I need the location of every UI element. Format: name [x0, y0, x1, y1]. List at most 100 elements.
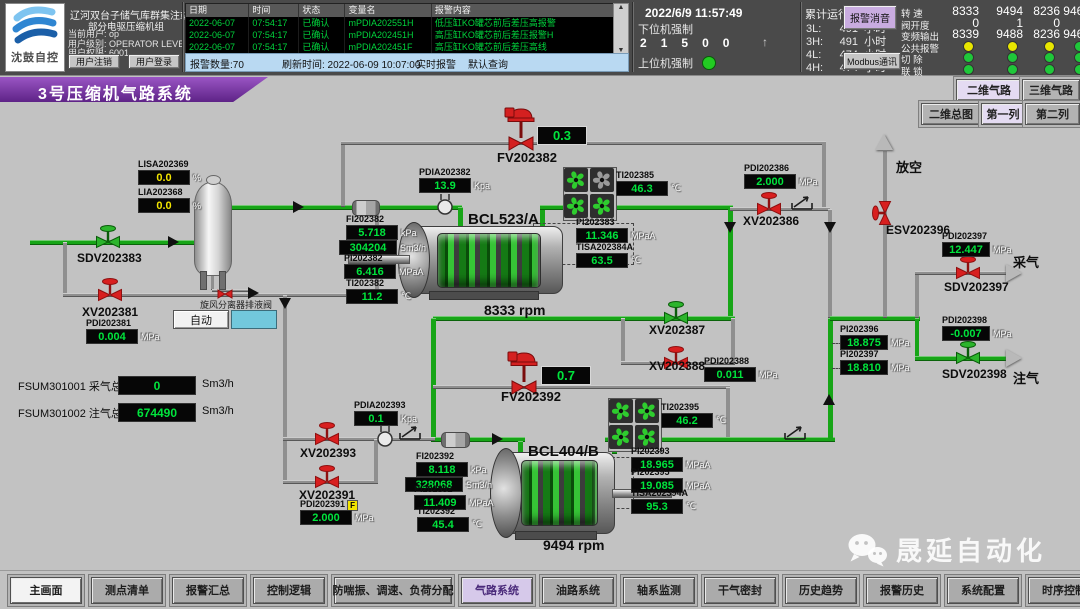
nav-时序控制[interactable]: 时序控制: [1028, 577, 1080, 604]
instrument-tag: PI202382: [344, 254, 424, 263]
pipe: [63, 242, 67, 295]
nav-气路系统[interactable]: 气路系统: [461, 577, 533, 604]
instrument-value[interactable]: 12.447: [942, 242, 990, 257]
view-3d-gas-button[interactable]: 三维气路: [1022, 79, 1080, 101]
alarm-query[interactable]: 默认查询: [468, 56, 508, 71]
instrument-tag: PI202393: [631, 447, 711, 456]
nav-测点清单[interactable]: 测点清单: [91, 577, 163, 604]
alarm-cell: 已确认: [299, 17, 345, 29]
pdt-instrument-icon[interactable]: [435, 193, 455, 220]
alarm-mode[interactable]: 实时报警: [416, 56, 456, 71]
system-clock: 2022/6/9 11:57:49: [645, 6, 742, 20]
instrument-value[interactable]: 0.1: [354, 411, 398, 426]
nav-控制逻辑[interactable]: 控制逻辑: [253, 577, 325, 604]
instrument-tag: PDI202388: [704, 357, 778, 366]
instrument-value[interactable]: -0.007: [942, 326, 990, 341]
nav-轴系监测[interactable]: 轴系监测: [623, 577, 695, 604]
fv202382-label: FV202382: [497, 150, 557, 165]
tisa202394a-instrument: TISA202394A95.3℃: [631, 489, 696, 514]
instrument-value[interactable]: 2.000: [300, 510, 352, 525]
nav-系统配置[interactable]: 系统配置: [947, 577, 1019, 604]
instrument-value[interactable]: 11.2: [346, 289, 398, 304]
alarm-mute-button[interactable]: 报警消音: [843, 5, 897, 30]
xv202381-valve-icon[interactable]: [97, 276, 123, 307]
instrument-unit: MPa: [355, 513, 374, 523]
alarm-col-header: 状态: [299, 4, 345, 17]
instrument-value[interactable]: 46.2: [661, 413, 713, 428]
nav-主画面[interactable]: 主画面: [10, 577, 82, 604]
total-flow-value[interactable]: 674490: [118, 403, 196, 422]
instrument-tag: PI202395: [631, 468, 711, 477]
instrument-value[interactable]: 95.3: [631, 499, 683, 514]
status-led: [1044, 41, 1055, 52]
alarm-row[interactable]: 2022-06-0707:54:17已确认mPDIA202551H低压缸KO罐芯…: [186, 17, 614, 29]
lisa202369-instrument: LISA2023690.0%: [138, 160, 201, 185]
force-up-arrow-icon[interactable]: ↑: [762, 35, 768, 49]
instrument-value[interactable]: 11.346: [576, 228, 628, 243]
sdv202398-valve-icon[interactable]: [955, 339, 981, 370]
instrument-value[interactable]: 0.0: [138, 198, 190, 213]
instrument-value[interactable]: 2.000: [744, 174, 796, 189]
sdv202383-valve-icon[interactable]: [95, 223, 121, 254]
instrument-value[interactable]: 45.4: [417, 517, 469, 532]
instrument-tag: PDI202398: [942, 316, 1012, 325]
instrument-value[interactable]: 18.875: [840, 335, 888, 350]
instrument-value[interactable]: 5.718: [346, 225, 398, 240]
sdv202383-label: SDV202383: [77, 251, 142, 265]
instrument-value[interactable]: 0.004: [86, 329, 138, 344]
instrument-value[interactable]: 46.3: [616, 181, 668, 196]
alarm-row[interactable]: 2022-06-0707:54:17已确认mPDIA202451H高压缸KO罐芯…: [186, 29, 614, 41]
nav-报警历史[interactable]: 报警历史: [866, 577, 938, 604]
status-led: [963, 52, 974, 63]
nav-报警汇总[interactable]: 报警汇总: [172, 577, 244, 604]
alarm-row[interactable]: 2022-06-0707:54:17已确认mPDIA202451F高压缸KO罐芯…: [186, 41, 614, 53]
logout-button[interactable]: 用户注销: [68, 54, 120, 69]
instrument-tag: TISA202394A: [631, 489, 696, 498]
instrument-tag: FI202382: [346, 215, 417, 224]
fv202382sp-readout[interactable]: 0.3: [537, 126, 587, 145]
force-value: 0: [702, 36, 709, 50]
instrument-unit: MPaA: [399, 267, 424, 277]
instrument-unit: MPa: [141, 332, 160, 342]
auto-button[interactable]: 自动: [173, 310, 229, 329]
compressor2-name: BCL404/B: [528, 443, 599, 460]
instrument-value[interactable]: 8.118: [416, 462, 468, 477]
pipe: [458, 207, 463, 228]
check-valve-icon: [783, 424, 809, 447]
pi202383-instrument: PI20238311.346MPaA: [576, 218, 656, 243]
drain-state-button[interactable]: [231, 310, 277, 329]
total-flow-value[interactable]: 0: [118, 376, 196, 395]
login-button[interactable]: 用户登录: [128, 54, 180, 69]
alarm-cell: mPDIA202551H: [345, 17, 431, 29]
view-col-2-button[interactable]: 第二列: [1025, 103, 1080, 125]
instrument-value[interactable]: 0.011: [704, 367, 756, 382]
view-col-1-button[interactable]: 第一列: [981, 103, 1025, 125]
nav-油路系统[interactable]: 油路系统: [542, 577, 614, 604]
pdt-instrument-icon[interactable]: [375, 425, 395, 452]
instrument-value[interactable]: 13.9: [419, 178, 471, 193]
force-value: 2: [640, 36, 647, 50]
view-2d-gas-button[interactable]: 二维气路: [956, 79, 1022, 101]
matrix-value: 8339: [945, 27, 979, 41]
fv202392sp-readout[interactable]: 0.7: [541, 366, 591, 385]
nav-历史趋势[interactable]: 历史趋势: [785, 577, 857, 604]
fan-icon: [564, 168, 588, 192]
modbus-button[interactable]: Modbus通讯: [843, 52, 901, 70]
instrument-value[interactable]: 0.0: [138, 170, 190, 185]
instrument-value[interactable]: 18.810: [840, 360, 888, 375]
total-flow-unit: Sm3/h: [202, 405, 234, 417]
alarm-table[interactable]: 日期时间状态变量名报警内容2022-06-0707:54:17已确认mPDIA2…: [185, 3, 615, 55]
instrument-value[interactable]: 63.5: [576, 253, 628, 268]
pipe: [822, 141, 826, 209]
nav-干气密封[interactable]: 干气密封: [704, 577, 776, 604]
air-cooler-1: [563, 167, 617, 221]
instrument-unit: %: [193, 173, 201, 183]
view-2d-overview-button[interactable]: 二维总图: [921, 103, 981, 125]
instrument-value[interactable]: 6.416: [344, 264, 396, 279]
alarm-scrollbar[interactable]: ▲▼: [613, 3, 629, 55]
flow-arrow-icon: [279, 298, 291, 309]
fv202382-valve-icon[interactable]: [504, 105, 538, 156]
logo-text: 沈鼓自控: [11, 49, 59, 65]
xv202386-label: XV202386: [743, 214, 799, 228]
nav-防喘振、调速、负荷分配[interactable]: 防喘振、调速、负荷分配: [334, 577, 452, 604]
